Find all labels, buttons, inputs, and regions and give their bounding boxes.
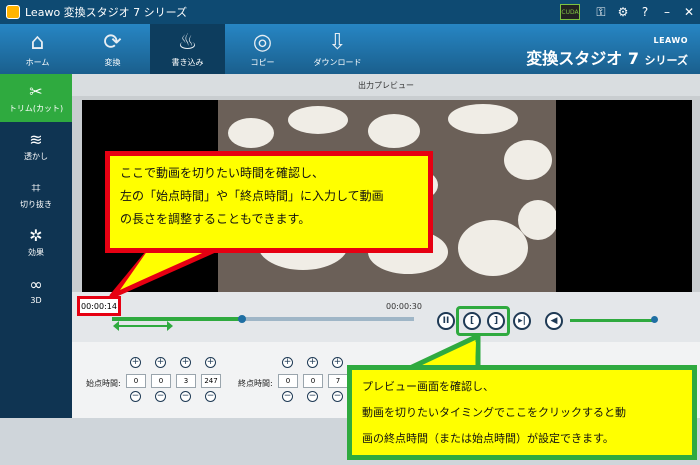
current-time-readout: 00:00:14 [77, 296, 121, 316]
bracket-left-icon: [ [469, 316, 475, 326]
nav-home[interactable]: ⌂ ホーム [0, 24, 75, 74]
speaker-icon: ◀ [550, 316, 558, 326]
nav-burn[interactable]: ♨ 書き込み [150, 24, 225, 74]
bracket-right-icon: ] [493, 316, 499, 326]
end-min-plus-button[interactable]: + [307, 357, 318, 368]
help-icon[interactable]: ? [634, 0, 656, 24]
nav-convert-label: 変換 [104, 57, 121, 67]
sidebar-item-effect[interactable]: ✲ 効果 [0, 218, 72, 266]
callout-text-line: 左の「始点時間」や「終点時間」に入力して動画 [120, 189, 384, 203]
3d-glasses-icon: ∞ [29, 274, 43, 294]
callout-text-line: ここで動画を切りたい時間を確認し、 [120, 166, 325, 180]
nav-download-label: ダウンロード [313, 57, 362, 67]
brand-logo: LEAWO 変換スタジオ 7 シリーズ [526, 36, 688, 69]
callout-set-point: プレビュー画面を確認し、 動画を切りたいタイミングでここをクリックすると動 画の… [347, 365, 697, 460]
nav-copy-label: コピー [250, 57, 275, 67]
brand-company: LEAWO [653, 36, 688, 45]
start-time-label: 始点時間: [86, 379, 121, 388]
start-ms-plus-button[interactable]: + [205, 357, 216, 368]
skip-end-icon: ▸| [518, 316, 526, 326]
end-hour-plus-button[interactable]: + [282, 357, 293, 368]
nav-home-label: ホーム [25, 57, 50, 67]
app-logo-icon [6, 5, 20, 19]
end-time-readout: 00:00:30 [386, 302, 422, 311]
start-ms-minus-button[interactable]: − [205, 391, 216, 402]
end-hour-minus-button[interactable]: − [282, 391, 293, 402]
callout-text-line: 動画を切りたいタイミングでここをクリックすると動 [362, 406, 626, 419]
end-sec-minus-button[interactable]: − [332, 391, 343, 402]
callout-text-line: 画の終点時間（または始点時間）が設定できます。 [362, 432, 614, 445]
brand-suffix: シリーズ [644, 54, 688, 67]
nav-convert[interactable]: ⟳ 変換 [75, 24, 150, 74]
pause-button[interactable]: II [437, 312, 455, 330]
close-icon[interactable]: ✕ [678, 0, 700, 24]
start-min-minus-button[interactable]: − [155, 391, 166, 402]
sidebar-item-label: 3D [30, 295, 42, 305]
start-min-field[interactable]: 0 [151, 374, 171, 388]
title-bar: Leawo 変換スタジオ 7 シリーズ CUDA ⚿ ⚙ ? – ✕ [0, 0, 700, 24]
sidebar-item-trim[interactable]: ✂ トリム(カット) [0, 74, 72, 122]
gear-icon[interactable]: ⚙ [612, 0, 634, 24]
start-hour-plus-button[interactable]: + [130, 357, 141, 368]
end-time-label: 終点時間: [238, 379, 273, 388]
end-sec-field[interactable]: 7 [328, 374, 348, 388]
start-sec-minus-button[interactable]: − [180, 391, 191, 402]
volume-slider[interactable] [570, 319, 654, 322]
sidebar-item-watermark[interactable]: ≋ 透かし [0, 122, 72, 170]
set-end-point-button[interactable]: ] [487, 312, 505, 330]
end-min-minus-button[interactable]: − [307, 391, 318, 402]
end-min-field[interactable]: 0 [303, 374, 323, 388]
sidebar-item-crop[interactable]: ⌗ 切り抜き [0, 170, 72, 218]
sidebar-item-label: 効果 [28, 247, 44, 257]
preview-header: 出力プレビュー [72, 74, 700, 96]
watermark-icon: ≋ [29, 129, 43, 149]
callout-text-line: の長さを調整することもできます。 [120, 212, 311, 226]
edit-sidebar: ✂ トリム(カット) ≋ 透かし ⌗ 切り抜き ✲ 効果 ∞ 3D [0, 74, 72, 465]
window-title: Leawo 変換スタジオ 7 シリーズ [25, 6, 188, 19]
convert-icon: ⟳ [103, 29, 122, 55]
end-hour-field[interactable]: 0 [278, 374, 298, 388]
crop-icon: ⌗ [31, 177, 41, 197]
home-icon: ⌂ [30, 29, 45, 55]
end-sec-plus-button[interactable]: + [332, 357, 343, 368]
minimize-icon[interactable]: – [656, 0, 678, 24]
disc-icon: ◎ [252, 29, 273, 55]
cuda-badge: CUDA [560, 4, 580, 20]
burn-icon: ♨ [177, 29, 198, 55]
start-sec-field[interactable]: 3 [176, 374, 196, 388]
sidebar-item-label: 透かし [24, 151, 48, 161]
volume-knob[interactable] [651, 316, 658, 323]
callout-text-line: プレビュー画面を確認し、 [362, 380, 494, 393]
title-bar-icons: CUDA ⚿ ⚙ ? – ✕ [560, 0, 700, 24]
timeline-scrubber[interactable] [238, 315, 246, 323]
start-hour-field[interactable]: 0 [126, 374, 146, 388]
timeline-progress [112, 317, 242, 321]
start-sec-plus-button[interactable]: + [180, 357, 191, 368]
start-ms-field[interactable]: 247 [201, 374, 221, 388]
start-hour-minus-button[interactable]: − [130, 391, 141, 402]
volume-button[interactable]: ◀ [545, 312, 563, 330]
effect-icon: ✲ [29, 225, 43, 245]
pause-icon: II [442, 316, 450, 326]
scissors-icon: ✂ [29, 81, 43, 101]
download-icon: ⇩ [328, 29, 347, 55]
nav-copy[interactable]: ◎ コピー [225, 24, 300, 74]
callout-time-check: ここで動画を切りたい時間を確認し、 左の「始点時間」や「終点時間」に入力して動画… [105, 151, 433, 253]
key-icon[interactable]: ⚿ [590, 0, 612, 24]
nav-burn-label: 書き込み [171, 57, 204, 67]
sidebar-item-3d[interactable]: ∞ 3D [0, 266, 72, 314]
start-min-plus-button[interactable]: + [155, 357, 166, 368]
set-start-point-button[interactable]: [ [463, 312, 481, 330]
sidebar-item-label: トリム(カット) [8, 103, 64, 113]
brand-product: 変換スタジオ 7 [526, 49, 639, 68]
sidebar-item-label: 切り抜き [20, 199, 52, 209]
trim-range-marker[interactable] [113, 321, 173, 333]
next-frame-button[interactable]: ▸| [513, 312, 531, 330]
nav-download[interactable]: ⇩ ダウンロード [300, 24, 375, 74]
